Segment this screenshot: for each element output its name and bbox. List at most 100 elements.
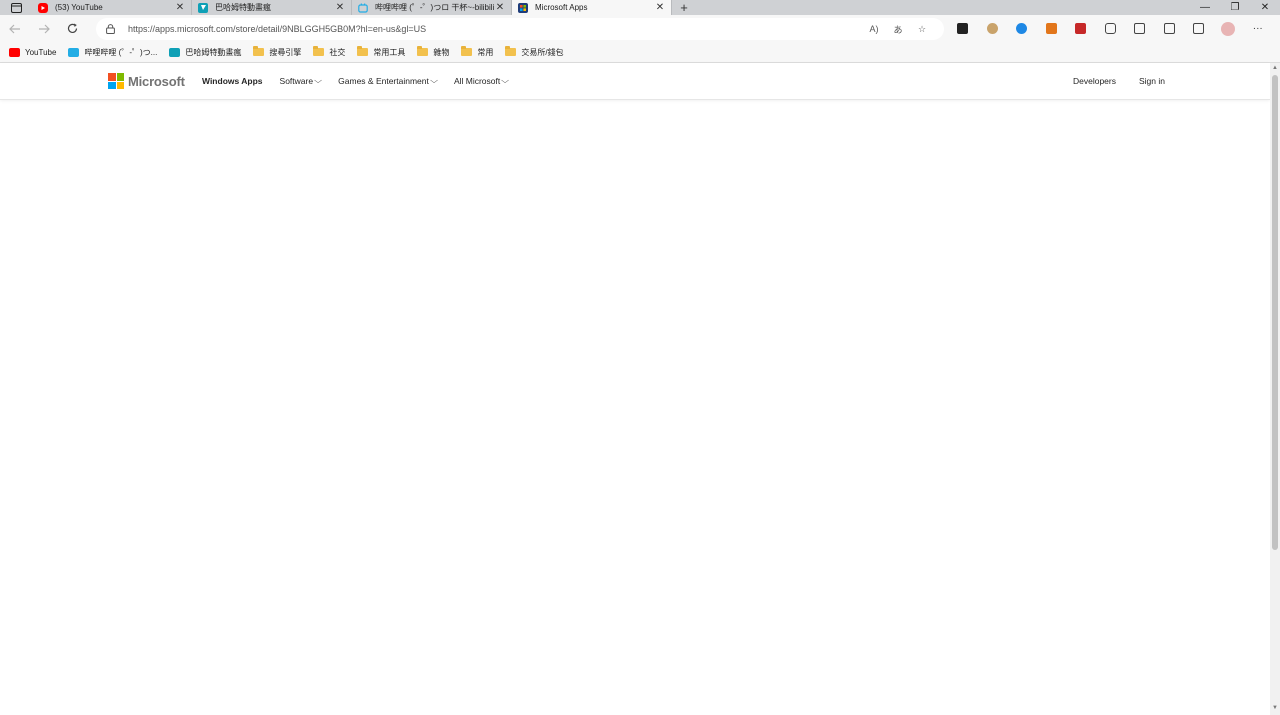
extension-metamask-icon — [1045, 23, 1057, 34]
favorite-star-icon[interactable]: ☆ — [910, 24, 934, 35]
extensions-puzzle-button[interactable] — [1096, 15, 1126, 42]
read-aloud-icon[interactable]: A) — [862, 24, 886, 34]
extensions-bar: ··· — [948, 15, 1273, 42]
nav-all-microsoft[interactable]: All Microsoft ⌵ — [453, 76, 510, 86]
tab-title: 巴哈姆特動畫瘋 — [215, 3, 271, 12]
folder-icon — [460, 46, 472, 57]
scroll-down-icon[interactable]: ▼ — [1270, 705, 1280, 713]
chevron-down-icon: ⌵ — [314, 76, 323, 85]
collections-button[interactable] — [1125, 15, 1155, 42]
bookmark-label: 社交 — [329, 47, 346, 57]
nav-software[interactable]: Software ⌵ — [279, 76, 323, 86]
refresh-icon — [67, 23, 78, 33]
address-bar[interactable]: https://apps.microsoft.com/store/detail/… — [96, 18, 944, 40]
screenshot-button[interactable] — [1184, 15, 1214, 42]
bookmark-folder[interactable]: 交易所/錢包 — [504, 46, 564, 58]
translate-icon[interactable]: あ — [886, 23, 910, 36]
bookmark-label: YouTube — [25, 47, 57, 57]
bookmark-label: 雜物 — [433, 47, 450, 57]
close-icon[interactable]: ✕ — [175, 2, 185, 13]
scroll-up-icon[interactable]: ▲ — [1270, 65, 1280, 73]
tab-microsoft-apps[interactable]: Microsoft Apps ✕ — [512, 0, 672, 15]
page-content: Microsoft Windows Apps Software ⌵ Games & E… — [0, 63, 1270, 715]
bookmark-label: 交易所/錢包 — [521, 47, 564, 57]
microsoft-logo[interactable]: Microsoft — [108, 73, 185, 89]
folder-icon — [416, 46, 428, 57]
nav-label: Games & Entertainment — [338, 76, 429, 86]
bookmark-folder[interactable]: 社交 — [312, 46, 346, 58]
restore-button[interactable]: ❐ — [1220, 0, 1250, 15]
extension-metamask-button[interactable] — [1037, 15, 1067, 42]
tab-youtube[interactable]: (53) YouTube ✕ — [32, 0, 192, 15]
window-close-button[interactable]: ✕ — [1250, 0, 1280, 15]
tab-actions-icon — [10, 2, 22, 13]
page-scrollbar[interactable]: ▲ ▼ — [1270, 63, 1280, 715]
bahamut-icon — [198, 2, 208, 13]
extension-cookie-icon — [986, 23, 998, 34]
scroll-thumb[interactable] — [1272, 75, 1278, 550]
back-button[interactable] — [0, 15, 29, 42]
close-icon[interactable]: ✕ — [335, 2, 345, 13]
arrow-left-icon — [8, 24, 20, 33]
close-icon[interactable]: ✕ — [655, 2, 665, 13]
nav-games-entertainment[interactable]: Games & Entertainment ⌵ — [338, 76, 438, 86]
tab-title: (53) YouTube — [55, 3, 103, 12]
url-text[interactable]: https://apps.microsoft.com/store/detail/… — [128, 24, 862, 34]
arrow-right-icon — [38, 24, 50, 33]
sign-in-link[interactable]: Sign in — [1139, 76, 1165, 86]
folder-icon — [312, 46, 324, 57]
bookmark-label: 搜尋引擎 — [269, 47, 302, 57]
minimize-button[interactable]: — — [1190, 0, 1220, 15]
nav-label: All Microsoft — [453, 76, 501, 86]
nav-label: Software — [279, 76, 314, 86]
new-tab-button[interactable]: + — [672, 0, 696, 15]
bookmark-label: 常用 — [477, 47, 494, 57]
bookmark-folder[interactable]: 搜尋引擎 — [252, 46, 302, 58]
lock-icon[interactable] — [106, 24, 118, 34]
tab-actions-button[interactable] — [0, 0, 32, 15]
forward-button[interactable] — [29, 15, 58, 42]
site-favicon-icon — [67, 47, 79, 57]
chevron-down-icon: ⌵ — [429, 76, 438, 85]
tab-bahamut[interactable]: 巴哈姆特動畫瘋 ✕ — [192, 0, 352, 15]
site-header: Microsoft Windows Apps Software ⌵ Games & E… — [0, 63, 1270, 100]
extension-black-button[interactable] — [948, 15, 978, 42]
close-icon[interactable]: ✕ — [495, 2, 505, 13]
nav-windows-apps[interactable]: Windows Apps — [202, 76, 263, 86]
bookmark-folder[interactable]: 常用 — [460, 46, 494, 58]
extension-red-shield-button[interactable] — [1066, 15, 1096, 42]
nav-label: Windows Apps — [202, 76, 263, 86]
profile-avatar-button[interactable] — [1214, 15, 1244, 42]
folder-icon — [252, 46, 264, 57]
screenshot-icon — [1193, 23, 1205, 34]
site-favicon-icon — [168, 47, 180, 57]
downloads-button[interactable] — [1155, 15, 1185, 42]
extension-shield-blue-button[interactable] — [1007, 15, 1037, 42]
tab-strip: (53) YouTube ✕ 巴哈姆特動畫瘋 ✕ 哔哩哔哩 (゜-゜)つロ 干杯… — [0, 0, 1280, 15]
bookmark-item[interactable]: 哔哩哔哩 (゜-゜)つ... — [67, 47, 157, 58]
extension-red-shield-icon — [1075, 23, 1087, 34]
microsoft-store-icon — [518, 2, 528, 13]
bookmark-item[interactable]: YouTube — [8, 47, 56, 57]
extensions-puzzle-icon — [1104, 23, 1116, 34]
bookmark-folder[interactable]: 雜物 — [416, 46, 450, 58]
refresh-button[interactable] — [58, 15, 87, 42]
folder-icon — [356, 46, 368, 57]
bookmark-folder[interactable]: 常用工具 — [356, 46, 406, 58]
profile-avatar-icon — [1221, 21, 1236, 36]
bookmark-label: 常用工具 — [373, 47, 406, 57]
developers-link[interactable]: Developers — [1073, 76, 1116, 86]
chevron-down-icon: ⌵ — [501, 76, 510, 85]
site-favicon-icon — [8, 47, 20, 57]
extension-cookie-button[interactable] — [978, 15, 1008, 42]
settings-more-button[interactable]: ··· — [1243, 15, 1273, 42]
downloads-icon — [1163, 23, 1175, 34]
bookmark-item[interactable]: 巴哈姆特動畫瘋 — [168, 47, 241, 58]
window-controls: — ❐ ✕ — [1190, 0, 1280, 15]
tab-bilibili[interactable]: 哔哩哔哩 (゜-゜)つロ 干杯~-bilibili ✕ — [352, 0, 512, 15]
brand-name: Microsoft — [128, 73, 185, 89]
extension-black-icon — [957, 23, 969, 34]
tab-title: 哔哩哔哩 (゜-゜)つロ 干杯~-bilibili — [375, 3, 495, 12]
collections-icon — [1134, 23, 1146, 34]
bilibili-icon — [358, 2, 368, 13]
